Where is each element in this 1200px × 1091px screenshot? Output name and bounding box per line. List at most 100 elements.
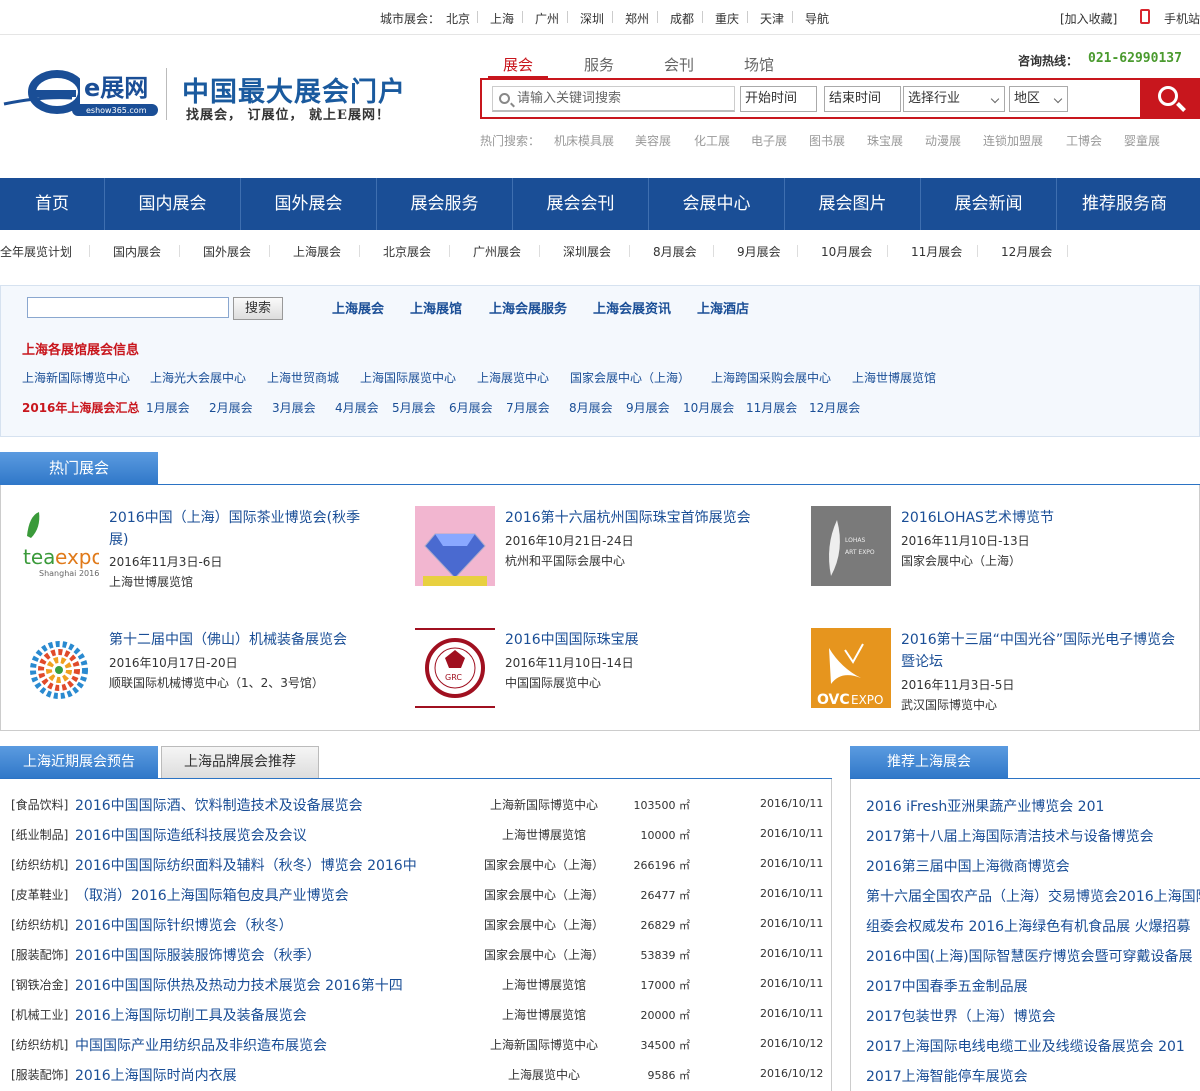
search-tab-venue[interactable]: 场馆 [744,54,774,75]
subnav-link[interactable]: 深圳展会 [563,243,611,260]
hot-search-link[interactable]: 图书展 [809,132,845,149]
shanghai-search-button[interactable]: 搜索 [233,297,283,320]
recommended-expo-link[interactable]: 2016中国(上海)国际智慧医疗博览会暨可穿戴设备展 [866,946,1200,966]
shanghai-link[interactable]: 上海酒店 [697,298,749,317]
subnav-link[interactable]: 9月展会 [737,243,781,260]
hot-search-link[interactable]: 机床模具展 [554,132,614,149]
expo-title[interactable]: 2016中国（上海）国际茶业博览会(秋季展) [109,507,369,551]
subnav-link[interactable]: 8月展会 [653,243,697,260]
row-expo-name[interactable]: 2016上海国际切削工具及装备展览会 [75,1005,307,1025]
hot-search-link[interactable]: 连锁加盟展 [983,132,1043,149]
venue-link[interactable]: 国家会展中心（上海） [570,369,690,386]
subnav-link[interactable]: 12月展会 [1001,243,1052,260]
eshow-logo[interactable]: e展网 eshow365.com [2,60,162,120]
nav-domestic[interactable]: 国内展会 [105,178,240,230]
keyword-search-input[interactable]: 请输入关键词搜索 [492,86,735,112]
hot-search-link[interactable]: 珠宝展 [867,132,903,149]
city-shanghai[interactable]: 上海 [490,10,514,27]
end-time-field[interactable]: 结束时间 [824,86,901,112]
row-expo-name[interactable]: 2016中国国际针织博览会（秋冬） [75,915,293,935]
month-link[interactable]: 11月展会 [746,399,797,416]
subnav-link[interactable]: 广州展会 [473,243,521,260]
search-tab-service[interactable]: 服务 [584,54,614,75]
row-expo-name[interactable]: 2016中国国际酒、饮料制造技术及设备展览会 [75,795,363,815]
recommended-expo-link[interactable]: 2017上海国际电线电缆工业及线缆设备展览会 201 [866,1036,1200,1056]
recommended-expo-link[interactable]: 2017第十八届上海国际清洁技术与设备博览会 [866,826,1200,846]
nav-providers[interactable]: 推荐服务商 [1057,178,1192,230]
start-time-field[interactable]: 开始时间 [740,86,817,112]
month-link[interactable]: 7月展会 [506,399,550,416]
city-chongqing[interactable]: 重庆 [715,10,739,27]
nav-home[interactable]: 首页 [0,178,104,230]
hot-search-link[interactable]: 化工展 [694,132,730,149]
subnav-link[interactable]: 上海展会 [293,243,341,260]
venue-link[interactable]: 上海世博展览馆 [852,369,936,386]
hot-search-link[interactable]: 动漫展 [925,132,961,149]
recommended-expo-link[interactable]: 2017中国春季五金制品展 [866,976,1200,996]
recommended-expo-link[interactable]: 2017上海智能停车展览会 [866,1066,1200,1086]
expo-title[interactable]: 第十二届中国（佛山）机械装备展览会 [109,629,389,651]
city-beijing[interactable]: 北京 [446,10,470,27]
row-expo-name[interactable]: 2016中国国际纺织面料及辅料（秋冬）博览会 2016中 [75,855,417,875]
month-link[interactable]: 3月展会 [272,399,316,416]
row-expo-name[interactable]: 2016中国国际供热及热动力技术展览会 2016第十四 [75,975,403,995]
nav-service[interactable]: 展会服务 [377,178,512,230]
venue-link[interactable]: 上海光大会展中心 [150,369,246,386]
subnav-link[interactable]: 10月展会 [821,243,872,260]
teaexpo-logo[interactable]: tea expo Shanghai 2016 [19,506,99,586]
tab-recommended-expos[interactable]: 推荐上海展会 [850,746,1008,779]
tab-brand-expos[interactable]: 上海品牌展会推荐 [161,746,319,779]
subnav-link[interactable]: 国内展会 [113,243,161,260]
venue-link[interactable]: 上海新国际博览中心 [22,369,130,386]
ovc-logo[interactable]: OVC EXPO [811,628,891,708]
month-link[interactable]: 6月展会 [449,399,493,416]
month-link[interactable]: 1月展会 [146,399,190,416]
tab-upcoming-expos[interactable]: 上海近期展会预告 [0,746,158,779]
venue-link[interactable]: 上海展览中心 [477,369,549,386]
add-favorite-link[interactable]: [加入收藏] [1060,10,1117,27]
mobile-site-link[interactable]: 手机站 [1164,10,1200,27]
search-tab-catalog[interactable]: 会刊 [664,54,694,75]
subnav-link[interactable]: 全年展览计划 [0,243,72,260]
expo-title[interactable]: 2016LOHAS艺术博览节 [901,507,1161,529]
expo-title[interactable]: 2016中国国际珠宝展 [505,629,785,651]
recommended-expo-link[interactable]: 2016第三届中国上海微商博览会 [866,856,1200,876]
subnav-link[interactable]: 11月展会 [911,243,962,260]
lohas-logo[interactable]: LOHAS ART EXPO [811,506,891,586]
hot-search-link[interactable]: 工博会 [1066,132,1102,149]
shanghai-link[interactable]: 上海展馆 [410,298,462,317]
nav-foreign[interactable]: 国外展会 [241,178,376,230]
search-button[interactable] [1140,78,1200,119]
shanghai-link[interactable]: 上海会展服务 [489,298,567,317]
shanghai-search-input[interactable] [27,297,229,318]
hot-search-link[interactable]: 婴童展 [1124,132,1160,149]
month-link[interactable]: 9月展会 [626,399,670,416]
month-link[interactable]: 4月展会 [335,399,379,416]
recommended-expo-link[interactable]: 2016 iFresh亚洲果蔬产业博览会 201 [866,796,1200,816]
shanghai-link[interactable]: 上海会展资讯 [593,298,671,317]
nav-news[interactable]: 展会新闻 [921,178,1056,230]
recommended-expo-link[interactable]: 组委会权威发布 2016上海绿色有机食品展 火爆招募 [866,916,1200,936]
city-chengdu[interactable]: 成都 [670,10,694,27]
industry-select[interactable]: 选择行业 [903,86,1005,112]
nav-photos[interactable]: 展会图片 [785,178,920,230]
venue-link[interactable]: 上海国际展览中心 [360,369,456,386]
region-select[interactable]: 地区 [1009,86,1068,112]
month-link[interactable]: 10月展会 [683,399,734,416]
city-zhengzhou[interactable]: 郑州 [625,10,649,27]
expo-title[interactable]: 2016第十三届“中国光谷”国际光电子博览会暨论坛 [901,629,1181,673]
city-nav[interactable]: 导航 [805,10,829,27]
hot-search-link[interactable]: 美容展 [635,132,671,149]
city-guangzhou[interactable]: 广州 [535,10,559,27]
month-link[interactable]: 8月展会 [569,399,613,416]
grc-logo[interactable]: GRC [415,628,495,708]
diamond-logo[interactable] [415,506,495,586]
expo-title[interactable]: 2016第十六届杭州国际珠宝首饰展览会 [505,507,785,529]
subnav-link[interactable]: 国外展会 [203,243,251,260]
city-shenzhen[interactable]: 深圳 [580,10,604,27]
hot-search-link[interactable]: 电子展 [751,132,787,149]
month-link[interactable]: 12月展会 [809,399,860,416]
foshan-logo[interactable] [19,628,99,708]
venue-link[interactable]: 上海世贸商城 [267,369,339,386]
recommended-expo-link[interactable]: 2017包装世界（上海）博览会 [866,1006,1200,1026]
